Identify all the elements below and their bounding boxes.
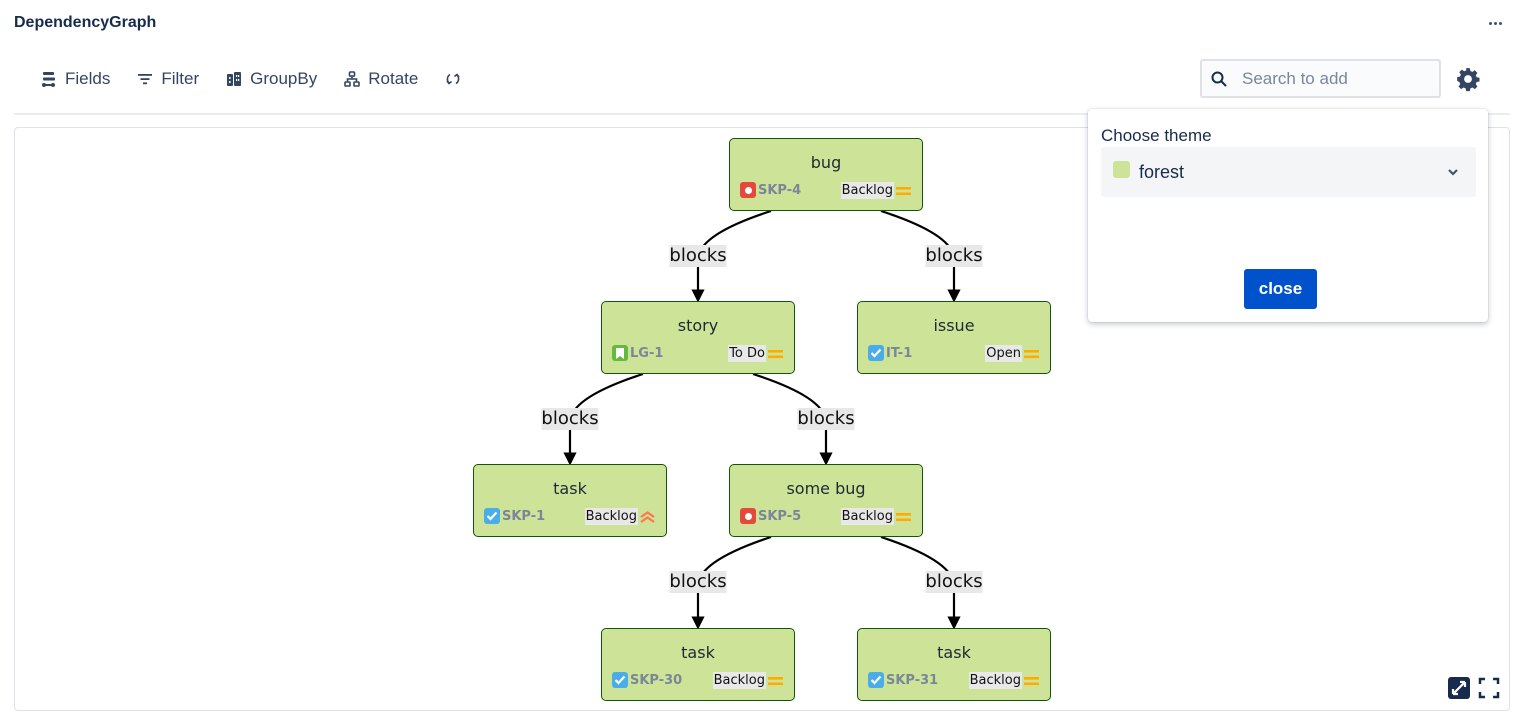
priority-medium-icon xyxy=(1024,349,1039,358)
bug-type-icon xyxy=(740,182,756,198)
chevron-down-icon xyxy=(1448,169,1458,176)
status-badge: Backlog xyxy=(968,672,1022,689)
hierarchy-icon xyxy=(344,71,361,87)
groupby-label: GroupBy xyxy=(250,69,318,88)
search-icon xyxy=(1211,71,1227,87)
node-status: To Do xyxy=(728,345,784,362)
fields-label: Fields xyxy=(65,69,111,88)
expand-icon[interactable] xyxy=(1447,676,1471,700)
node-title: task xyxy=(937,643,971,662)
priority-medium-icon xyxy=(768,349,783,358)
story-type-icon xyxy=(612,345,628,361)
task-type-icon xyxy=(868,345,884,361)
graph-node[interactable]: bug SKP-4 Backlog xyxy=(729,138,923,211)
fields-button[interactable]: Fields xyxy=(40,69,110,89)
issue-key: SKP-30 xyxy=(630,672,683,688)
status-badge: Backlog xyxy=(584,508,638,525)
node-title: some bug xyxy=(786,479,866,498)
priority-medium-icon xyxy=(1024,676,1039,685)
graph-node[interactable]: task SKP-1 Backlog xyxy=(473,464,667,537)
more-dot xyxy=(1493,21,1497,25)
node-title: task xyxy=(553,479,587,498)
close-button[interactable]: close xyxy=(1244,269,1317,309)
theme-selected-value: forest xyxy=(1139,161,1185,182)
graph-node[interactable]: task SKP-30 Backlog xyxy=(601,628,795,701)
groupby-button[interactable]: GroupBy xyxy=(225,69,317,89)
graph-node[interactable]: some bug SKP-5 Backlog xyxy=(729,464,923,537)
priority-medium-icon xyxy=(896,186,911,195)
edge-label: blocks xyxy=(797,407,855,430)
edge-label: blocks xyxy=(541,407,599,430)
node-status: Backlog xyxy=(840,508,912,525)
rotate-label: Rotate xyxy=(368,69,419,88)
issue-key: SKP-4 xyxy=(758,182,802,198)
priority-medium-icon xyxy=(896,512,911,521)
fullscreen-icon[interactable] xyxy=(1477,676,1501,700)
issue-key: IT-1 xyxy=(886,345,913,361)
node-title: bug xyxy=(810,153,842,172)
more-options-button[interactable] xyxy=(1484,12,1506,34)
task-type-icon xyxy=(484,508,500,524)
fields-icon xyxy=(42,72,55,87)
node-status: Open xyxy=(985,345,1040,362)
theme-swatch xyxy=(1113,160,1130,178)
task-type-icon xyxy=(612,672,628,688)
priority-high-icon xyxy=(640,510,655,523)
node-title: story xyxy=(677,316,719,335)
node-status: Backlog xyxy=(712,672,784,689)
task-type-icon xyxy=(868,672,884,688)
node-key[interactable]: SKP-30 xyxy=(612,672,682,688)
node-key[interactable]: IT-1 xyxy=(868,345,912,361)
node-key[interactable]: LG-1 xyxy=(612,345,663,361)
toolbar: Fields Filter GroupBy Rotate xyxy=(40,66,488,92)
app-title: DependencyGraph xyxy=(14,14,157,31)
filter-button[interactable]: Filter xyxy=(136,69,199,89)
issue-key: SKP-1 xyxy=(502,508,546,524)
groupby-icon xyxy=(227,72,242,86)
node-key[interactable]: SKP-4 xyxy=(740,182,801,198)
filter-label: Filter xyxy=(161,69,200,88)
node-title: issue xyxy=(933,316,975,335)
node-status: Backlog xyxy=(584,508,656,525)
priority-medium-icon xyxy=(768,676,783,685)
status-badge: Backlog xyxy=(712,672,766,689)
node-status: Backlog xyxy=(840,182,912,199)
refresh-button[interactable] xyxy=(444,70,462,88)
status-badge: To Do xyxy=(728,345,766,362)
refresh-icon xyxy=(446,73,460,85)
bug-type-icon xyxy=(740,508,756,524)
edge-label: blocks xyxy=(925,244,983,267)
node-key[interactable]: SKP-5 xyxy=(740,508,801,524)
filter-icon xyxy=(138,74,153,85)
edge-label: blocks xyxy=(925,571,983,593)
graph-node[interactable]: story LG-1 To Do xyxy=(601,301,795,374)
node-key[interactable]: SKP-1 xyxy=(484,508,545,524)
status-badge: Open xyxy=(985,345,1022,362)
theme-select[interactable]: forest xyxy=(1101,147,1476,197)
theme-popover: Choose theme forest close xyxy=(1088,109,1488,322)
more-dot xyxy=(1498,21,1502,25)
issue-key: SKP-5 xyxy=(758,508,802,524)
node-key[interactable]: SKP-31 xyxy=(868,672,938,688)
issue-key: SKP-31 xyxy=(886,672,939,688)
gear-icon[interactable] xyxy=(1455,66,1481,92)
choose-theme-label: Choose theme xyxy=(1101,126,1212,145)
graph-node[interactable]: issue IT-1 Open xyxy=(857,301,1051,374)
search-input[interactable] xyxy=(1240,67,1420,90)
rotate-button[interactable]: Rotate xyxy=(343,69,418,89)
status-badge: Backlog xyxy=(840,508,894,525)
node-title: task xyxy=(681,643,715,662)
more-horizontal-icon xyxy=(1488,21,1492,25)
issue-key: LG-1 xyxy=(630,345,664,361)
status-badge: Backlog xyxy=(840,182,894,199)
search-field[interactable] xyxy=(1200,59,1441,98)
edge-label: blocks xyxy=(669,571,727,593)
node-status: Backlog xyxy=(968,672,1040,689)
graph-node[interactable]: task SKP-31 Backlog xyxy=(857,628,1051,701)
edge-label: blocks xyxy=(669,244,727,267)
